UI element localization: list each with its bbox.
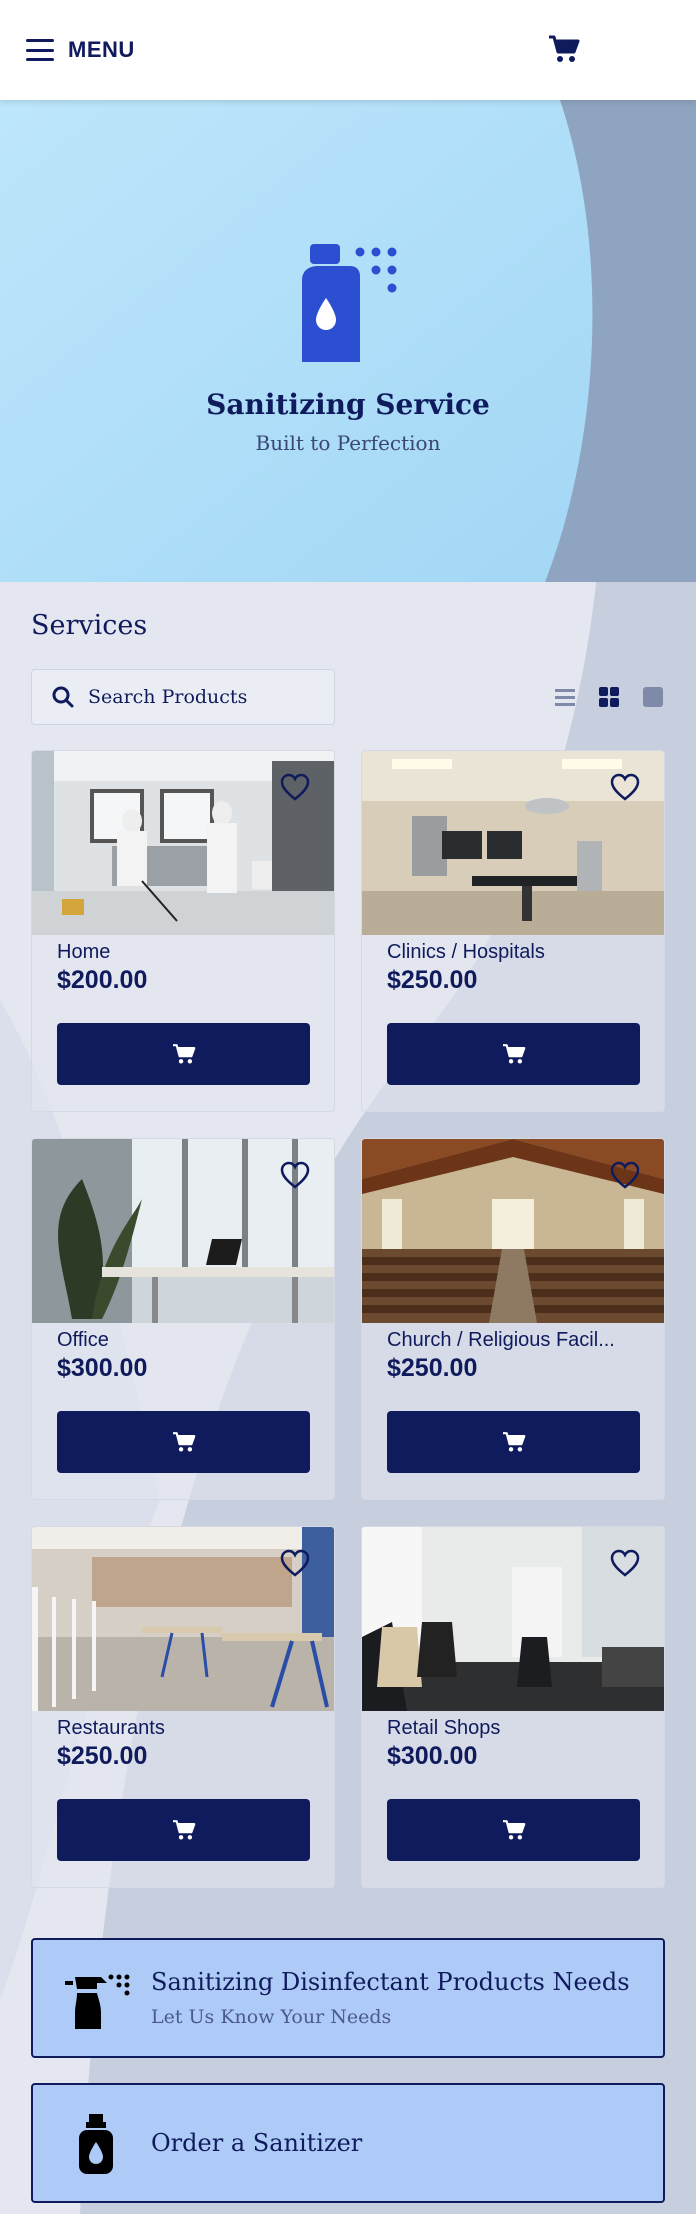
product-card[interactable]: Restaurants $250.00 (31, 1526, 335, 1888)
cart-icon (172, 1820, 195, 1840)
product-name: Retail Shops (387, 1717, 501, 1739)
cta-subtitle: Let Us Know Your Needs (151, 2006, 392, 2028)
product-name: Clinics / Hospitals (387, 941, 545, 963)
single-view-icon[interactable] (642, 686, 664, 708)
favorite-heart-icon[interactable] (610, 1549, 640, 1577)
page: MENU Sanitizing Service Built to Perfect… (0, 0, 696, 2214)
product-name: Church / Religious Facil... (387, 1329, 615, 1351)
add-to-cart-button[interactable] (57, 1799, 310, 1861)
search-field[interactable] (31, 669, 335, 725)
cart-icon (502, 1044, 525, 1064)
add-to-cart-button[interactable] (387, 1023, 640, 1085)
cta-title: Sanitizing Disinfectant Products Needs (151, 1968, 630, 1996)
product-image[interactable] (362, 1527, 664, 1711)
product-image[interactable] (32, 1527, 334, 1711)
spray-trigger-icon (65, 1974, 130, 2029)
cart-icon (172, 1044, 195, 1064)
cta-title: Order a Sanitizer (151, 2129, 363, 2157)
favorite-heart-icon[interactable] (280, 1549, 310, 1577)
hamburger-icon (26, 39, 54, 61)
view-mode-toggles (554, 686, 664, 708)
product-card[interactable]: Office $300.00 (31, 1138, 335, 1500)
sanitizer-bottle-icon (79, 2114, 113, 2174)
order-sanitizer-cta[interactable]: Order a Sanitizer (31, 2083, 665, 2203)
product-card[interactable]: Church / Religious Facil... $250.00 (361, 1138, 665, 1500)
spray-bottle-icon (302, 244, 397, 362)
add-to-cart-button[interactable] (57, 1411, 310, 1473)
product-price: $250.00 (387, 1354, 478, 1382)
hero-subtitle: Built to Perfection (255, 431, 441, 455)
hero-banner: Sanitizing Service Built to Perfection (0, 100, 696, 582)
search-input[interactable] (88, 686, 318, 708)
product-price: $300.00 (387, 1742, 478, 1770)
shopping-cart-icon[interactable] (548, 34, 580, 64)
favorite-heart-icon[interactable] (280, 773, 310, 801)
product-price: $250.00 (57, 1742, 148, 1770)
menu-button[interactable]: MENU (26, 36, 135, 64)
add-to-cart-button[interactable] (387, 1411, 640, 1473)
top-header: MENU (0, 0, 696, 100)
product-card[interactable]: Clinics / Hospitals $250.00 (361, 750, 665, 1112)
product-price: $300.00 (57, 1354, 148, 1382)
product-card[interactable]: Home $200.00 (31, 750, 335, 1112)
cart-icon (172, 1432, 195, 1452)
product-image[interactable] (32, 1139, 334, 1323)
favorite-heart-icon[interactable] (610, 773, 640, 801)
product-image[interactable] (362, 1139, 664, 1323)
product-image[interactable] (32, 751, 334, 935)
add-to-cart-button[interactable] (387, 1799, 640, 1861)
product-name: Office (57, 1329, 109, 1351)
services-title: Services (31, 610, 148, 641)
product-price: $250.00 (387, 966, 478, 994)
grid-view-icon[interactable] (598, 686, 620, 708)
product-image[interactable] (362, 751, 664, 935)
product-price: $200.00 (57, 966, 148, 994)
product-name: Restaurants (57, 1717, 165, 1739)
hero-title: Sanitizing Service (206, 388, 490, 421)
menu-label: MENU (68, 37, 135, 62)
add-to-cart-button[interactable] (57, 1023, 310, 1085)
cart-icon (502, 1432, 525, 1452)
search-icon (52, 686, 74, 708)
product-name: Home (57, 941, 111, 963)
favorite-heart-icon[interactable] (280, 1161, 310, 1189)
favorite-heart-icon[interactable] (610, 1161, 640, 1189)
product-card[interactable]: Retail Shops $300.00 (361, 1526, 665, 1888)
list-view-icon[interactable] (554, 686, 576, 708)
products-needs-cta[interactable]: Sanitizing Disinfectant Products Needs L… (31, 1938, 665, 2058)
product-grid: Home $200.00 Clinics / Hospitals $250.00… (31, 750, 665, 1888)
cart-icon (502, 1820, 525, 1840)
